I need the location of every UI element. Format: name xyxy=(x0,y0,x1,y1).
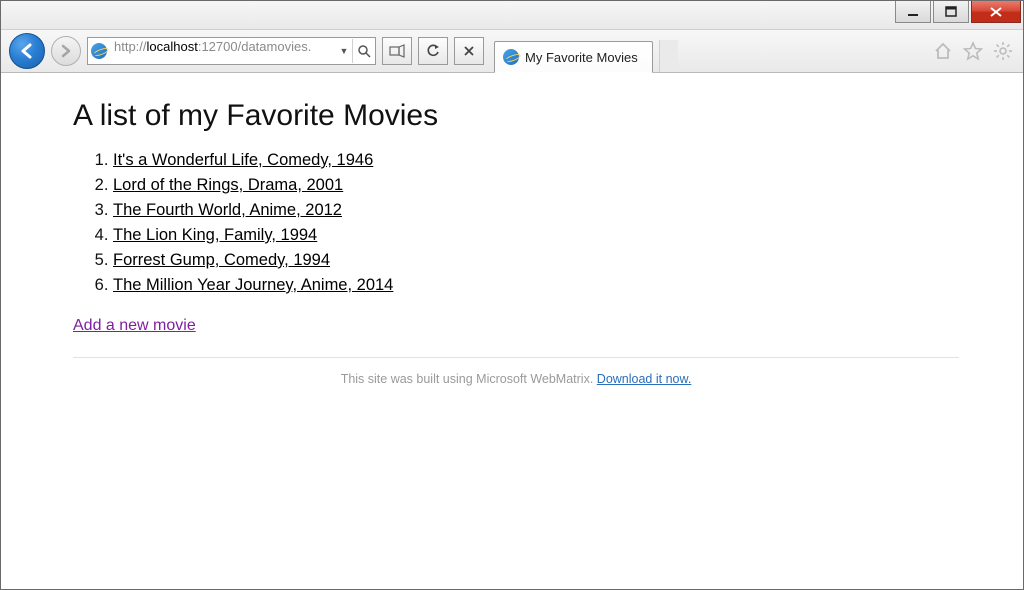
url-path: :12700/datamovies. xyxy=(198,39,311,54)
browser-tab[interactable]: My Favorite Movies xyxy=(494,41,653,73)
movie-list-item: It's a Wonderful Life, Comedy, 1946 xyxy=(113,151,959,170)
tab-favicon-icon xyxy=(503,49,519,65)
url-dropdown[interactable]: ▼ xyxy=(336,39,352,63)
movie-link[interactable]: The Lion King, Family, 1994 xyxy=(113,226,317,244)
movie-link[interactable]: It's a Wonderful Life, Comedy, 1946 xyxy=(113,151,373,169)
refresh-button[interactable] xyxy=(418,37,448,65)
ie-logo-icon xyxy=(91,43,107,59)
page-viewport[interactable]: A list of my Favorite Movies It's a Wond… xyxy=(1,73,1023,589)
window-title-bar xyxy=(1,1,1023,30)
minimize-button[interactable] xyxy=(895,1,931,23)
favorites-button[interactable] xyxy=(961,39,985,63)
minimize-icon xyxy=(907,6,919,18)
movies-list: It's a Wonderful Life, Comedy, 1946 Lord … xyxy=(73,151,959,295)
add-movie-link[interactable]: Add a new movie xyxy=(73,317,196,334)
browser-window: http://localhost:12700/datamovies. ▼ My … xyxy=(0,0,1024,590)
movie-list-item: The Million Year Journey, Anime, 2014 xyxy=(113,276,959,295)
footer-divider xyxy=(73,357,959,358)
maximize-button[interactable] xyxy=(933,1,969,23)
page-content: A list of my Favorite Movies It's a Wond… xyxy=(1,73,1023,406)
tab-title: My Favorite Movies xyxy=(525,50,638,65)
site-icon xyxy=(88,43,110,59)
close-button[interactable] xyxy=(971,1,1021,23)
compat-view-button[interactable] xyxy=(382,37,412,65)
movie-link[interactable]: The Fourth World, Anime, 2012 xyxy=(113,201,342,219)
address-bar[interactable]: http://localhost:12700/datamovies. ▼ xyxy=(87,37,376,65)
back-button[interactable] xyxy=(9,33,45,69)
gear-icon xyxy=(993,41,1013,61)
url-input[interactable]: http://localhost:12700/datamovies. xyxy=(110,39,336,63)
tools-button[interactable] xyxy=(991,39,1015,63)
new-tab-button[interactable] xyxy=(659,40,678,72)
url-host: localhost xyxy=(147,39,198,54)
footer-download-link[interactable]: Download it now. xyxy=(597,372,692,386)
home-button[interactable] xyxy=(931,39,955,63)
search-button[interactable] xyxy=(352,39,375,63)
movie-link[interactable]: The Million Year Journey, Anime, 2014 xyxy=(113,276,393,294)
movie-link[interactable]: Lord of the Rings, Drama, 2001 xyxy=(113,176,343,194)
movie-list-item: Forrest Gump, Comedy, 1994 xyxy=(113,251,959,270)
footer-msg: This site was built using Microsoft WebM… xyxy=(341,372,597,386)
page-heading: A list of my Favorite Movies xyxy=(73,99,959,133)
stop-icon xyxy=(463,45,475,57)
refresh-icon xyxy=(426,44,440,58)
movie-list-item: The Fourth World, Anime, 2012 xyxy=(113,201,959,220)
forward-button[interactable] xyxy=(51,36,81,66)
stop-button[interactable] xyxy=(454,37,484,65)
compat-icon xyxy=(389,44,405,58)
home-icon xyxy=(933,41,953,61)
footer-text: This site was built using Microsoft WebM… xyxy=(73,372,959,386)
close-icon xyxy=(989,6,1003,18)
search-icon xyxy=(357,44,371,58)
movie-link[interactable]: Forrest Gump, Comedy, 1994 xyxy=(113,251,330,269)
star-icon xyxy=(963,41,983,61)
movie-list-item: Lord of the Rings, Drama, 2001 xyxy=(113,176,959,195)
url-scheme: http:// xyxy=(114,39,147,54)
movie-list-item: The Lion King, Family, 1994 xyxy=(113,226,959,245)
forward-arrow-icon xyxy=(59,44,73,58)
browser-toolbar: http://localhost:12700/datamovies. ▼ My … xyxy=(1,30,1023,73)
maximize-icon xyxy=(945,6,957,18)
back-arrow-icon xyxy=(18,42,36,60)
